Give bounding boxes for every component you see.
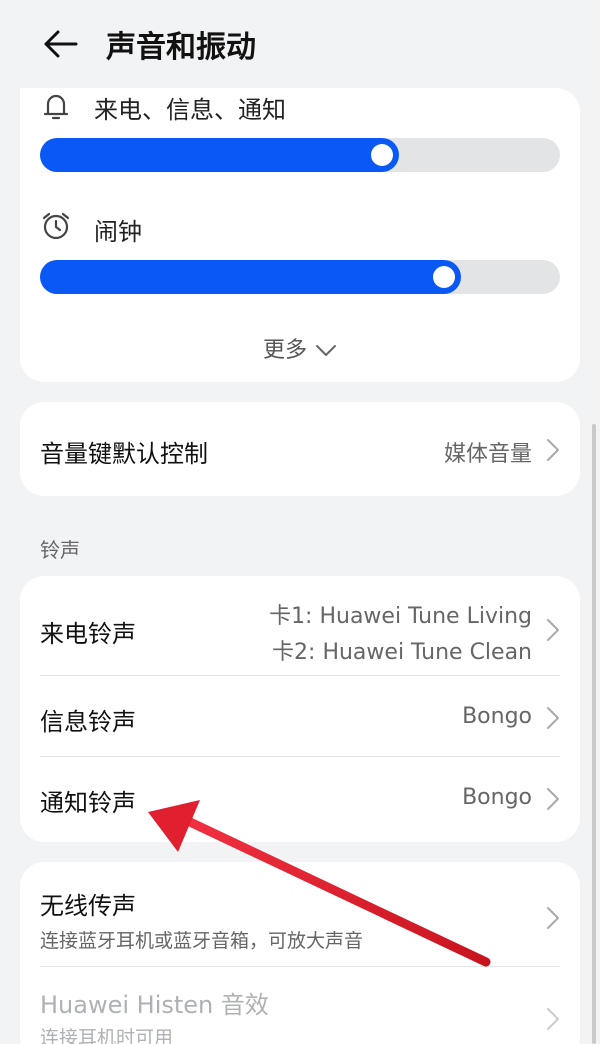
wireless-sound-sub: 连接蓝牙耳机或蓝牙音箱，可放大声音 — [40, 930, 364, 952]
histen-row[interactable]: Huawei Histen 音效 连接耳机时可用 — [20, 967, 580, 1044]
more-label: 更多 — [262, 338, 307, 363]
wireless-sound-label: 无线传声 — [40, 892, 136, 920]
chevron-right-icon — [547, 788, 559, 810]
wireless-card: 无线传声 连接蓝牙耳机或蓝牙音箱，可放大声音 Huawei Histen 音效 … — [20, 862, 580, 1044]
slider-knob[interactable] — [433, 266, 455, 288]
notification-ringtone-value: Bongo — [462, 785, 532, 810]
ringtone-section-title: 铃声 — [40, 538, 80, 562]
call-ringtone-card2: 卡2: Huawei Tune Clean — [272, 640, 532, 665]
notification-ringtone-label: 通知铃声 — [40, 789, 136, 817]
chevron-right-icon — [547, 1008, 559, 1030]
call-ringtone-row[interactable]: 来电铃声 卡1: Huawei Tune Living 卡2: Huawei T… — [20, 576, 580, 674]
slider-knob[interactable] — [371, 144, 393, 166]
slider-fill — [40, 260, 461, 294]
chevron-down-icon — [316, 345, 336, 356]
ringtone-volume-slider[interactable] — [40, 138, 560, 172]
chevron-right-icon — [547, 619, 559, 641]
notification-ringtone-row[interactable]: 通知铃声 Bongo — [20, 757, 580, 841]
chevron-right-icon — [547, 907, 559, 929]
chevron-right-icon — [547, 439, 559, 461]
alarm-clock-icon — [42, 212, 70, 240]
call-ringtone-card1: 卡1: Huawei Tune Living — [269, 604, 532, 629]
message-ringtone-value: Bongo — [462, 704, 532, 729]
message-ringtone-label: 信息铃声 — [40, 708, 136, 736]
alarm-volume-slider[interactable] — [40, 260, 560, 294]
slider-fill — [40, 138, 399, 172]
more-button[interactable]: 更多 — [20, 332, 580, 364]
call-ringtone-label: 来电铃声 — [40, 620, 136, 648]
scrollbar[interactable] — [592, 424, 596, 1044]
histen-sub: 连接耳机时可用 — [40, 1027, 174, 1044]
volume-key-row[interactable]: 音量键默认控制 媒体音量 — [20, 402, 580, 496]
histen-label: Huawei Histen 音效 — [40, 991, 269, 1019]
message-ringtone-row[interactable]: 信息铃声 Bongo — [20, 676, 580, 756]
volume-card: 来电、信息、通知 闹钟 更多 — [20, 88, 580, 382]
ringtone-card: 来电铃声 卡1: Huawei Tune Living 卡2: Huawei T… — [20, 576, 580, 842]
volume-key-value: 媒体音量 — [443, 442, 532, 467]
chevron-right-icon — [547, 707, 559, 729]
alarm-volume-label: 闹钟 — [94, 218, 142, 246]
ringtone-volume-label: 来电、信息、通知 — [94, 96, 286, 124]
wireless-sound-row[interactable]: 无线传声 连接蓝牙耳机或蓝牙音箱，可放大声音 — [20, 862, 580, 966]
volume-key-label: 音量键默认控制 — [40, 440, 208, 468]
back-arrow-icon[interactable] — [40, 28, 80, 60]
header-bar: 声音和振动 — [0, 0, 600, 88]
bell-icon — [43, 94, 69, 120]
page-title: 声音和振动 — [106, 30, 256, 65]
